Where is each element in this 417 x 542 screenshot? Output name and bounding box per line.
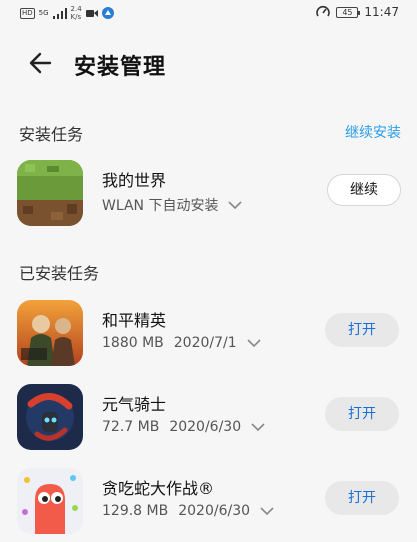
back-arrow-icon[interactable]: [26, 48, 56, 78]
status-bar: HD 5G 2.4 K/s 45 11:47: [0, 0, 417, 28]
open-button[interactable]: 打开: [325, 313, 399, 347]
open-button[interactable]: 打开: [325, 481, 399, 515]
network-type: 5G: [38, 9, 49, 17]
chevron-down-icon[interactable]: [247, 338, 261, 348]
snake-game-app-icon: [17, 468, 83, 534]
chevron-down-icon[interactable]: [260, 506, 274, 516]
app-size: 1880 MB: [102, 335, 164, 351]
status-left: HD 5G 2.4 K/s: [20, 5, 114, 21]
browser-icon: [101, 7, 114, 19]
app-meta[interactable]: 72.7 MB 2020/6/30: [102, 419, 265, 435]
app-name: 贪吃蛇大作战®: [102, 479, 215, 498]
battery-icon: 45: [336, 6, 361, 18]
install-date: 2020/7/1: [173, 335, 237, 351]
app-size: 129.8 MB: [102, 503, 169, 519]
chevron-down-icon[interactable]: [251, 422, 265, 432]
video-icon: [85, 9, 98, 17]
speedometer-icon: [316, 5, 331, 17]
signal-icon: [52, 7, 67, 19]
install-tasks-title: 安装任务: [19, 125, 84, 144]
speed-unit: K/s: [70, 13, 82, 21]
app-meta[interactable]: 1880 MB 2020/7/1: [102, 335, 261, 351]
header: 安装管理: [0, 40, 417, 86]
app-size: 72.7 MB: [102, 419, 160, 435]
network-speed: 2.4 K/s: [71, 5, 82, 21]
open-button[interactable]: 打开: [325, 397, 399, 431]
minecraft-app-icon: [17, 160, 83, 226]
clock: 11:47: [364, 5, 399, 19]
list-item[interactable]: 和平精英 1880 MB 2020/7/1 打开: [0, 292, 417, 372]
peace-elite-app-icon: [17, 300, 83, 366]
continue-button[interactable]: 继续: [327, 174, 401, 206]
app-name: 我的世界: [102, 171, 167, 190]
app-name: 和平精英: [102, 311, 167, 330]
list-item[interactable]: 元气骑士 72.7 MB 2020/6/30 打开: [0, 376, 417, 456]
app-name: 元气骑士: [102, 395, 167, 414]
install-condition: WLAN 下自动安装: [102, 198, 219, 214]
soul-knight-app-icon: [17, 384, 83, 450]
installed-tasks-title: 已安装任务: [19, 264, 100, 283]
status-right: 45 11:47: [316, 5, 399, 19]
app-meta[interactable]: 129.8 MB 2020/6/30: [102, 503, 274, 519]
install-date: 2020/6/30: [169, 419, 242, 435]
page-title: 安装管理: [74, 55, 167, 80]
list-item[interactable]: 我的世界 WLAN 下自动安装 继续: [0, 152, 417, 232]
list-item[interactable]: 贪吃蛇大作战® 129.8 MB 2020/6/30 打开: [0, 460, 417, 540]
hd-badge: HD: [20, 7, 35, 19]
continue-install-link[interactable]: 继续安装: [345, 122, 401, 142]
speed-value: 2.4: [70, 5, 82, 13]
chevron-down-icon[interactable]: [228, 200, 243, 210]
app-meta[interactable]: WLAN 下自动安装: [102, 195, 243, 215]
install-date: 2020/6/30: [178, 503, 251, 519]
